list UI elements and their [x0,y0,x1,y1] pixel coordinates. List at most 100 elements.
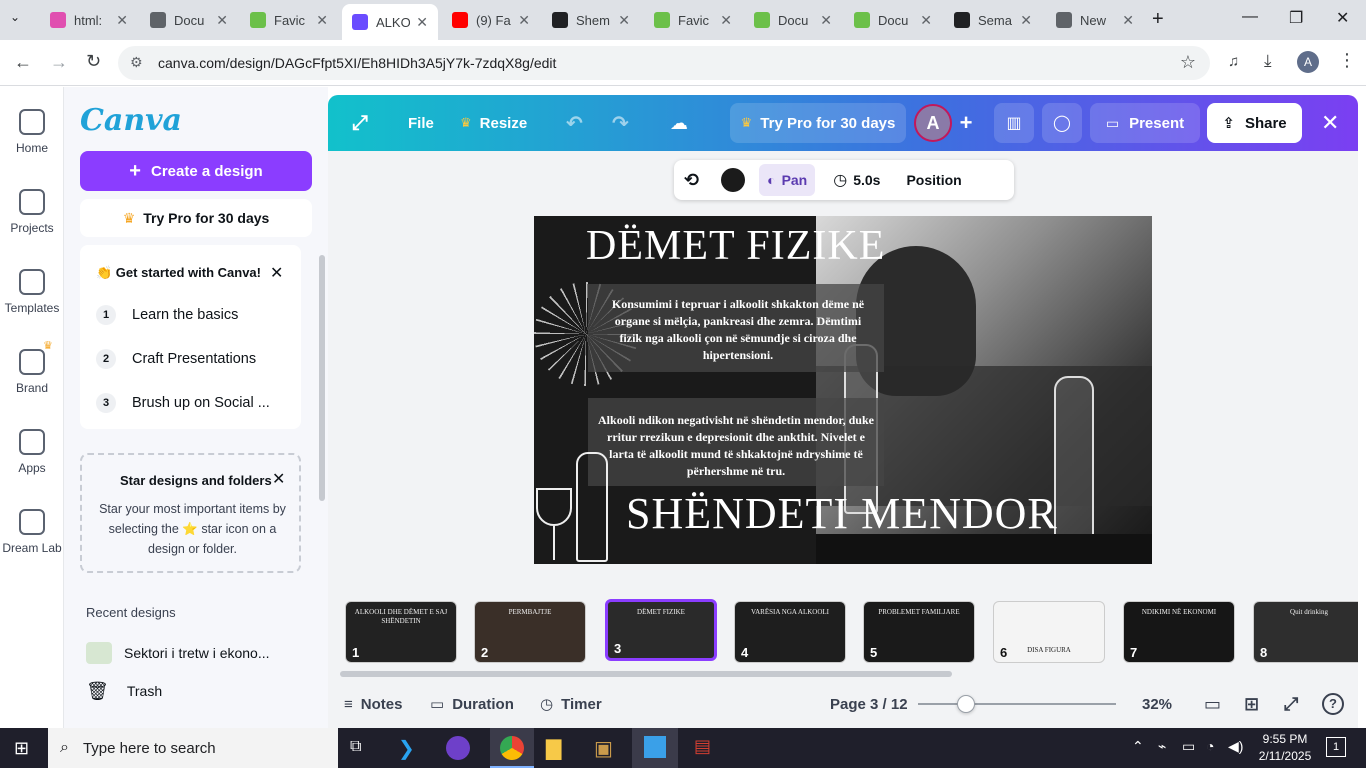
rail-item[interactable]: Projects [0,189,64,235]
thumbnail-scrollbar[interactable] [340,671,952,677]
slide-thumbnail[interactable]: ALKOOLI DHE DËMET E SAJ SHËNDETIN 1 [345,601,457,663]
close-window-icon[interactable]: ✕ [1336,8,1349,28]
battery-icon[interactable]: ▭ [1182,738,1195,755]
undo-icon[interactable]: ↶ [566,95,583,151]
notes-button[interactable]: ≡ Notes [344,696,402,713]
canva-logo[interactable]: Canva [80,103,182,138]
pan-animation-button[interactable]: ◐ Pan [759,164,816,196]
duration-button[interactable]: ◷ 5.0s [833,170,880,190]
media-control-icon[interactable]: ♫ [1228,53,1239,70]
profile-avatar[interactable]: A [1297,51,1319,73]
taskbar-clock[interactable]: 9:55 PM 2/11/2025 [1255,731,1315,765]
rail-item[interactable]: Brand [0,349,64,395]
rail-item[interactable]: Home [0,109,64,155]
new-tab-button[interactable]: + [1152,8,1164,31]
create-design-button[interactable]: + Create a design [80,151,312,191]
winrar-icon[interactable]: ▤ [694,736,711,757]
get-started-step[interactable]: 3 Brush up on Social ... [96,389,292,417]
help-icon[interactable]: ? [1322,693,1344,715]
position-button[interactable]: Position [906,172,961,188]
close-icon[interactable]: ✕ [272,469,285,489]
close-tab-icon[interactable]: ✕ [920,12,932,29]
page-view-icon[interactable]: ▭ [1204,694,1221,715]
page-indicator[interactable]: Page 3 / 12 [830,696,908,713]
browser-tab[interactable]: Favic ✕ [644,4,742,36]
slide-thumbnail[interactable]: VARËSIA NGA ALKOOLI 4 [734,601,846,663]
insights-icon[interactable]: ▥ [994,103,1034,143]
close-tab-icon[interactable]: ✕ [518,12,530,29]
rail-item[interactable]: Templates [0,269,64,315]
file-menu[interactable]: File [408,95,434,151]
taskbar-search-box[interactable]: ⌕ Type here to search [48,728,338,768]
slide-text-mental-health[interactable]: Alkooli ndikon negativisht në shëndetin … [598,412,874,480]
network-off-icon[interactable]: ⌁ [1158,738,1166,755]
url-input[interactable]: ⚙ canva.com/design/DAGcFfpt5XI/Eh8HIDh3A… [118,46,1210,80]
app-taskbar-button[interactable] [632,728,678,768]
panel-scrollbar[interactable] [319,255,325,501]
collaborator-avatar[interactable]: A [914,104,952,142]
try-pro-topbar-button[interactable]: ♛ Try Pro for 30 days [730,103,906,143]
file-explorer-icon[interactable]: ▇ [546,736,561,761]
fullscreen-icon[interactable]: ⤢ [1284,694,1298,715]
maximize-icon[interactable]: ❐ [1289,8,1303,28]
cloud-save-icon[interactable]: ☁ [670,95,688,151]
close-tab-icon[interactable]: ✕ [1020,12,1032,29]
tab-search-chevron-icon[interactable]: ⌄ [10,10,30,30]
resize-button[interactable]: ♛ Resize [460,95,527,151]
close-tab-icon[interactable]: ✕ [416,14,428,31]
browser-tab[interactable]: (9) Fa ✕ [442,4,540,36]
try-pro-button[interactable]: ♛ Try Pro for 30 days [80,199,312,237]
get-started-step[interactable]: 2 Craft Presentations [96,345,292,373]
grid-view-icon[interactable]: ⊞ [1244,694,1259,715]
browser-tab[interactable]: Shem ✕ [542,4,640,36]
trash-item[interactable]: 🗑 Trash [86,679,306,703]
show-hidden-icons-icon[interactable]: ⌃ [1132,738,1144,755]
slide-thumbnail[interactable]: DËMET FIZIKE 3 [605,599,717,661]
zoom-slider-track[interactable] [918,695,1116,713]
close-tab-icon[interactable]: ✕ [618,12,630,29]
slide-thumbnail[interactable]: PROBLEMET FAMILJARE 5 [863,601,975,663]
bookmark-star-icon[interactable]: ☆ [1180,52,1196,73]
github-desktop-icon[interactable] [446,736,470,760]
browser-tab[interactable]: Favic ✕ [240,4,338,36]
close-editor-icon[interactable]: ✕ [1321,95,1339,151]
notification-center-icon[interactable]: 1 [1326,737,1346,757]
browser-tab[interactable]: Docu ✕ [744,4,842,36]
slide-canvas[interactable]: DËMET FIZIKE Konsumimi i tepruar i alkoo… [534,216,1152,564]
close-tab-icon[interactable]: ✕ [720,12,732,29]
slide-thumbnail[interactable]: NDIKIMI NË EKONOMI 7 [1123,601,1235,663]
slide-thumbnail[interactable]: Quit drinking 8 [1253,601,1358,663]
reload-icon[interactable]: ↻ [86,51,101,72]
browser-tab[interactable]: Sema ✕ [944,4,1042,36]
browser-tab[interactable]: html: ✕ [40,4,138,36]
browser-tab[interactable]: Docu ✕ [844,4,942,36]
chrome-taskbar-button[interactable] [490,728,534,768]
slide-thumbnail[interactable]: DISA FIGURA 6 [993,601,1105,663]
slide-title-mental-health[interactable]: SHËNDETI MENDOR [626,488,1058,539]
close-tab-icon[interactable]: ✕ [1122,12,1134,29]
add-collaborator-button[interactable]: + [950,103,982,143]
close-tab-icon[interactable]: ✕ [820,12,832,29]
slide-title-physical-damage[interactable]: DËMET FIZIKE [586,222,885,270]
zoom-slider-handle[interactable] [957,695,975,713]
slide-thumbnail[interactable]: PERMBAJTJE 2 [474,601,586,663]
share-button[interactable]: ⇪ Share [1207,103,1302,143]
app-icon[interactable]: ▣ [594,736,613,761]
duration-toggle-button[interactable]: ▭ Duration [430,695,514,714]
browser-menu-icon[interactable]: ⋮ [1338,50,1356,71]
wifi-icon[interactable]: ◔ [1206,738,1214,754]
redo-icon[interactable]: ↷ [612,95,629,151]
close-icon[interactable]: ✕ [270,263,283,283]
browser-tab[interactable]: Docu ✕ [140,4,238,36]
ai-animate-icon[interactable]: ⟲ [684,170,699,191]
task-view-icon[interactable]: ⧉ [350,738,361,756]
timer-button[interactable]: ◷ Timer [540,695,602,714]
forward-arrow-icon[interactable]: → [50,52,68,73]
vscode-icon[interactable]: ❯ [398,736,415,761]
zoom-level[interactable]: 32% [1142,696,1172,713]
get-started-step[interactable]: 1 Learn the basics [96,301,292,329]
close-tab-icon[interactable]: ✕ [316,12,328,29]
back-arrow-icon[interactable]: ← [14,52,32,73]
recent-design-item[interactable]: Sektori i tretw i ekono... [86,641,306,665]
rail-item[interactable]: Apps [0,429,64,475]
